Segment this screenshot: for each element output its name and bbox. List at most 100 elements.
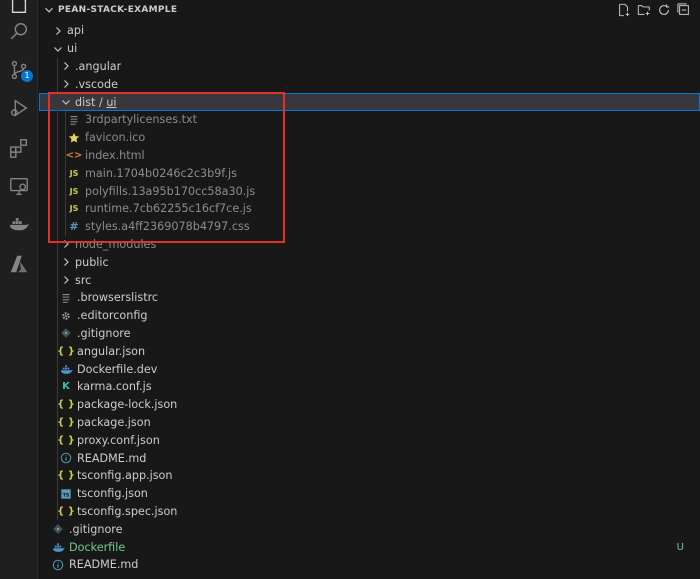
indent-guide: [57, 146, 58, 165]
indent-guide: [57, 75, 58, 94]
tree-item-label: .editorconfig: [77, 309, 148, 323]
file-item[interactable]: Kkarma.conf.js: [39, 378, 700, 396]
file-item[interactable]: .gitignore: [39, 324, 700, 343]
file-item[interactable]: TS tsconfig.json: [39, 484, 700, 503]
folder-item[interactable]: dist / ui: [39, 93, 700, 111]
indent-guide: [57, 182, 58, 200]
js-file-icon: JS: [69, 168, 79, 178]
new-file-icon[interactable]: [616, 2, 632, 18]
tree-item-label-2[interactable]: ui: [106, 96, 116, 109]
tree-item-label: angular.json: [77, 344, 146, 358]
tree-item-label: Dockerfile.dev: [77, 362, 158, 376]
indent-guide: [57, 467, 58, 485]
indent-guide: [57, 431, 58, 450]
tree-item-label: tsconfig.app.json: [77, 469, 173, 483]
karma-file-icon: K: [62, 381, 70, 393]
json-file-icon: { }: [57, 416, 75, 428]
indent-guide: [57, 324, 58, 343]
extensions-icon[interactable]: [0, 130, 38, 166]
chevron-right-icon[interactable]: [59, 59, 73, 73]
tree-item-label: README.md: [69, 558, 139, 572]
docker-icon[interactable]: [0, 206, 38, 242]
file-item[interactable]: { } angular.json: [39, 342, 700, 361]
tree-item-label: dist: [75, 95, 96, 109]
file-item[interactable]: <> index.html: [39, 146, 700, 165]
chevron-down-icon[interactable]: [51, 42, 65, 56]
file-item[interactable]: # styles.a4ff2369078b4797.css: [39, 217, 700, 236]
search-icon[interactable]: [0, 14, 38, 50]
folder-item[interactable]: .vscode: [39, 75, 700, 94]
collapse-all-icon[interactable]: [676, 2, 692, 18]
indent-guide: [57, 502, 58, 521]
indent-guide: [57, 271, 58, 289]
indent-guide: [65, 128, 66, 147]
file-item[interactable]: JS main.1704b0246c2c3b9f.js: [39, 164, 700, 183]
folder-item[interactable]: .angular: [39, 57, 700, 76]
git-status-badge: U: [676, 541, 684, 553]
gear-icon: [59, 309, 73, 323]
file-item[interactable]: Dockerfile.dev: [39, 360, 700, 378]
file-item[interactable]: README.md: [39, 449, 700, 467]
indent-guide: [57, 306, 58, 325]
info-icon: [59, 451, 73, 465]
file-item[interactable]: favicon.ico: [39, 128, 700, 147]
folder-item[interactable]: api: [39, 22, 700, 40]
chevron-right-icon[interactable]: [59, 237, 73, 251]
tree-item-label: .gitignore: [77, 326, 131, 340]
chevron-right-icon[interactable]: [59, 273, 73, 287]
file-item[interactable]: { } package-lock.json: [39, 395, 700, 414]
indent-guide: [57, 378, 58, 396]
file-item[interactable]: 3rdpartylicenses.txt: [39, 111, 700, 129]
chevron-right-icon[interactable]: [59, 77, 73, 91]
azure-icon[interactable]: [0, 246, 38, 282]
explorer-section-header[interactable]: PEAN-STACK-EXAMPLE: [39, 0, 700, 20]
file-item[interactable]: JS polyfills.13a95b170cc58a30.js: [39, 182, 700, 200]
chevron-right-icon[interactable]: [59, 255, 73, 269]
folder-item[interactable]: ui: [39, 40, 700, 58]
file-item[interactable]: Dockerfile U: [39, 538, 700, 556]
folder-item[interactable]: src: [39, 271, 700, 289]
ts-config-icon: TS: [59, 487, 73, 501]
js-file-icon: JS: [69, 186, 79, 196]
tree-item-label: main.1704b0246c2c3b9f.js: [85, 166, 237, 180]
run-debug-icon[interactable]: [0, 90, 38, 126]
tree-item-label: polyfills.13a95b170cc58a30.js: [85, 184, 256, 198]
json-file-icon: { }: [57, 505, 75, 517]
indent-guide: [57, 111, 58, 129]
tree-item-label: proxy.conf.json: [77, 433, 160, 447]
tree-item-label: favicon.ico: [85, 131, 146, 145]
chevron-right-icon[interactable]: [51, 24, 65, 38]
js-file-icon: JS: [69, 204, 79, 214]
indent-guide: [65, 111, 66, 129]
tree-item-label: .browserslistrc: [77, 291, 159, 305]
file-item[interactable]: { } tsconfig.spec.json: [39, 502, 700, 521]
chevron-down-icon[interactable]: [59, 95, 73, 109]
text-file-icon: [67, 113, 81, 127]
indent-guide: [57, 200, 58, 218]
tree-item-label: index.html: [85, 148, 145, 162]
indent-guide: [57, 235, 58, 254]
remote-explorer-icon[interactable]: [0, 168, 38, 204]
indent-guide: [57, 413, 58, 432]
file-item[interactable]: .editorconfig: [39, 306, 700, 325]
file-item[interactable]: { } tsconfig.app.json: [39, 467, 700, 485]
folder-item[interactable]: node_modules: [39, 235, 700, 254]
file-item[interactable]: .browserslistrc: [39, 289, 700, 307]
file-item[interactable]: README.md: [39, 556, 700, 574]
indent-guide: [65, 182, 66, 200]
indent-guide: [57, 93, 58, 111]
explorer-title: PEAN-STACK-EXAMPLE: [58, 5, 178, 15]
compact-folder-separator: /: [95, 95, 107, 109]
file-item[interactable]: { } proxy.conf.json: [39, 431, 700, 450]
file-item[interactable]: .gitignore: [39, 520, 700, 538]
indent-guide: [65, 164, 66, 183]
file-item[interactable]: JS runtime.7cb62255c16cf7ce.js: [39, 200, 700, 218]
folder-item[interactable]: public: [39, 253, 700, 272]
indent-guide: [65, 217, 66, 236]
indent-guide: [57, 164, 58, 183]
new-folder-icon[interactable]: [636, 2, 652, 18]
source-control-icon[interactable]: 1: [0, 52, 38, 88]
refresh-icon[interactable]: [656, 2, 672, 18]
indent-guide: [57, 217, 58, 236]
file-item[interactable]: { } package.json: [39, 413, 700, 432]
